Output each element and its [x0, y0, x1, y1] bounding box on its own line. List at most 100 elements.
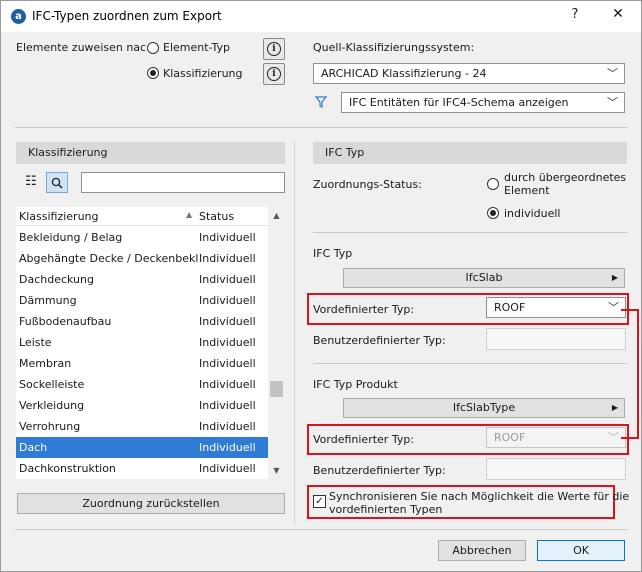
product-user-defined-type-label: Benutzerdefinierter Typ: — [313, 464, 446, 477]
filter-icon[interactable] — [315, 96, 327, 108]
ok-button[interactable]: OK — [537, 540, 625, 561]
ifc-filter-dropdown[interactable]: IFC Entitäten für IFC4-Schema anzeigen ﹀ — [341, 92, 625, 113]
row-status: Individuell — [199, 357, 256, 370]
row-status: Individuell — [199, 231, 256, 244]
ifc-filter-value: IFC Entitäten für IFC4-Schema anzeigen — [349, 96, 569, 109]
row-classification: Verkleidung — [19, 399, 85, 412]
chevron-right-icon: ▶ — [611, 273, 618, 282]
panel-divider — [294, 141, 295, 525]
info-button-classification[interactable]: i — [263, 63, 285, 85]
sync-checkbox[interactable]: ✓ — [313, 495, 326, 508]
source-system-dropdown[interactable]: ARCHICAD Klassifizierung - 24 ﹀ — [313, 63, 625, 84]
column-header-status[interactable]: Status — [199, 210, 234, 223]
scroll-up-icon[interactable]: ▲ — [268, 207, 285, 224]
row-status: Individuell — [199, 336, 256, 349]
radio-inherited-label-line1: durch übergeordnetes — [504, 171, 627, 184]
sync-label-line1: Synchronisieren Sie nach Möglichkeit die… — [329, 490, 630, 503]
row-status: Individuell — [199, 399, 256, 412]
row-classification: Bekleidung / Belag — [19, 231, 123, 244]
source-system-value: ARCHICAD Klassifizierung - 24 — [321, 67, 487, 80]
radio-element-type[interactable] — [147, 42, 159, 54]
table-row[interactable]: Verkleidung Individuell — [16, 395, 268, 416]
bottom-divider — [15, 529, 627, 530]
user-defined-type-input[interactable] — [486, 328, 626, 350]
divider-2 — [313, 363, 627, 364]
ifc-type-product-value: IfcSlabType — [452, 401, 516, 414]
list-header: Klassifizierung ▲ Status — [16, 207, 268, 226]
ifc-type-selector[interactable]: IfcSlab ▶ — [343, 268, 625, 288]
divider-1 — [313, 232, 627, 233]
radio-individual[interactable] — [487, 207, 499, 219]
list-scrollbar[interactable]: ▲ ▼ — [268, 207, 285, 479]
row-status: Individuell — [199, 378, 256, 391]
chevron-down-icon: ﹀ — [607, 67, 618, 80]
row-classification: Dach — [19, 441, 48, 454]
ifc-type-panel-header: IFC Typ — [313, 142, 627, 164]
radio-individual-label[interactable]: individuell — [504, 207, 560, 220]
ifc-type-product-selector[interactable]: IfcSlabType ▶ — [343, 398, 625, 418]
cancel-button[interactable]: Abbrechen — [438, 540, 526, 561]
help-button[interactable]: ? — [567, 7, 583, 25]
column-header-classification[interactable]: Klassifizierung — [19, 210, 99, 223]
reset-mapping-button[interactable]: Zuordnung zurückstellen — [17, 493, 285, 514]
row-classification: Fußbodenaufbau — [19, 315, 112, 328]
row-classification: Membran — [19, 357, 72, 370]
classification-list: Klassifizierung ▲ Status Bekleidung / Be… — [16, 207, 285, 479]
radio-inherited-label[interactable]: durch übergeordnetes Element — [504, 171, 626, 197]
top-divider — [15, 127, 627, 128]
scroll-thumb[interactable] — [270, 381, 283, 397]
ifc-type-label: IFC Typ — [313, 247, 353, 260]
radio-element-type-label[interactable]: Element-Typ — [163, 41, 230, 54]
scroll-down-icon[interactable]: ▼ — [268, 462, 285, 479]
row-classification: Verrohrung — [19, 420, 81, 433]
row-status: Individuell — [199, 273, 256, 286]
row-status: Individuell — [199, 315, 256, 328]
sync-label-line2: vordefinierten Typen — [329, 503, 443, 516]
highlight-product-predefined-type — [307, 424, 629, 455]
product-user-defined-type-input[interactable] — [486, 458, 626, 480]
radio-classification[interactable] — [147, 67, 159, 79]
info-icon: i — [267, 67, 281, 81]
table-row[interactable]: Membran Individuell — [16, 353, 268, 374]
info-button-element-type[interactable]: i — [263, 38, 285, 60]
row-status: Individuell — [199, 441, 256, 454]
table-row[interactable]: Leiste Individuell — [16, 332, 268, 353]
table-row[interactable]: Dachkonstruktion Individuell — [16, 458, 268, 479]
highlight-connector — [621, 309, 639, 439]
table-row[interactable]: Dachdeckung Individuell — [16, 269, 268, 290]
row-classification: Dachdeckung — [19, 273, 94, 286]
ifc-type-value: IfcSlab — [465, 271, 503, 284]
window-title: IFC-Typen zuordnen zum Export — [32, 9, 222, 23]
title-bar: a IFC-Typen zuordnen zum Export ? ✕ — [1, 1, 641, 32]
mapping-status-label: Zuordnungs-Status: — [313, 178, 422, 191]
row-status: Individuell — [199, 462, 256, 475]
classification-panel-header: Klassifizierung — [16, 142, 285, 164]
classification-search-input[interactable] — [81, 172, 285, 193]
table-row[interactable]: Abgehängte Decke / Deckenbekl... Individu… — [16, 248, 268, 269]
radio-inherited[interactable] — [487, 178, 499, 190]
chevron-down-icon: ﹀ — [607, 96, 618, 109]
close-button[interactable]: ✕ — [609, 6, 627, 26]
highlight-predefined-type — [307, 293, 629, 325]
assign-by-label: Elemente zuweisen nac — [16, 41, 147, 54]
row-status: Individuell — [199, 294, 256, 307]
table-row[interactable]: Dach Individuell — [16, 437, 268, 458]
table-row[interactable]: Dämmung Individuell — [16, 290, 268, 311]
tree-view-icon[interactable]: ☷ — [20, 172, 42, 193]
radio-inherited-label-line2: Element — [504, 184, 550, 197]
user-defined-type-label: Benutzerdefinierter Typ: — [313, 334, 446, 347]
archicad-app-icon: a — [11, 9, 26, 24]
ifc-dialog: a IFC-Typen zuordnen zum Export ? ✕ Elem… — [0, 0, 642, 572]
search-toggle-button[interactable] — [46, 172, 68, 193]
table-row[interactable]: Verrohrung Individuell — [16, 416, 268, 437]
row-classification: Sockelleiste — [19, 378, 85, 391]
row-classification: Leiste — [19, 336, 52, 349]
table-row[interactable]: Sockelleiste Individuell — [16, 374, 268, 395]
row-status: Individuell — [199, 420, 256, 433]
radio-classification-label[interactable]: Klassifizierung — [163, 67, 243, 80]
row-classification: Abgehängte Decke / Deckenbekl... — [19, 252, 199, 265]
sort-asc-icon[interactable]: ▲ — [186, 210, 192, 219]
table-row[interactable]: Fußbodenaufbau Individuell — [16, 311, 268, 332]
table-row[interactable]: Bekleidung / Belag Individuell — [16, 227, 268, 248]
sync-checkbox-label[interactable]: Synchronisieren Sie nach Möglichkeit die… — [329, 490, 629, 516]
